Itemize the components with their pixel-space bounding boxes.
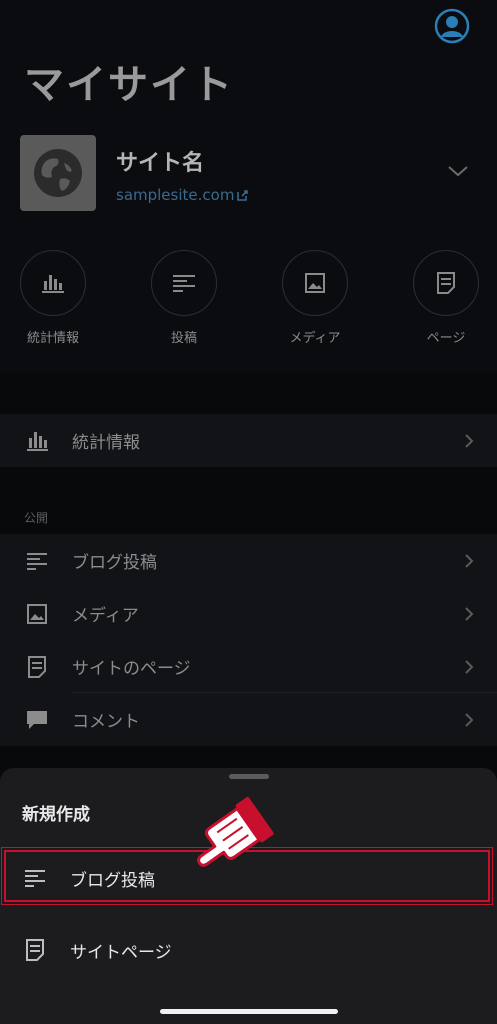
- site-url-link[interactable]: samplesite.com: [116, 186, 249, 204]
- page-icon: [26, 939, 44, 961]
- quick-action-label: ページ: [426, 331, 466, 346]
- quick-action-label: メディア: [289, 331, 341, 346]
- menu-row-media[interactable]: メディア: [0, 587, 497, 640]
- quick-action-pages[interactable]: ページ: [396, 250, 496, 346]
- menu-row-label: メディア: [72, 606, 139, 626]
- quick-action-circle: [413, 250, 479, 316]
- menu-row-label: コメント: [72, 712, 140, 732]
- quick-action-circle: [282, 250, 348, 316]
- quick-action-stats[interactable]: 統計情報: [3, 250, 103, 346]
- sheet-grabber[interactable]: [229, 774, 269, 779]
- quick-action-label: 統計情報: [26, 331, 79, 346]
- home-indicator[interactable]: [160, 1009, 338, 1014]
- quick-action-media[interactable]: メディア: [265, 250, 365, 346]
- page-icon: [28, 656, 46, 678]
- menu-row-site-pages[interactable]: サイトのページ: [0, 640, 497, 693]
- sheet-title: 新規作成: [22, 805, 90, 825]
- menu-row-label: ブログ投稿: [72, 553, 157, 573]
- avatar-icon[interactable]: [434, 8, 470, 44]
- page-title: マイサイト: [24, 61, 234, 108]
- posts-icon: [27, 553, 47, 570]
- comment-icon: [27, 711, 47, 729]
- globe-icon: [34, 149, 82, 197]
- section-label-publish: 公開: [24, 511, 49, 525]
- quick-action-posts[interactable]: 投稿: [134, 250, 234, 346]
- quick-action-circle: [20, 250, 86, 316]
- quick-action-circle: [151, 250, 217, 316]
- chevron-right-icon: [465, 660, 474, 674]
- menu-row-label: 統計情報: [72, 433, 140, 453]
- chevron-right-icon: [465, 713, 474, 727]
- chevron-right-icon: [465, 434, 474, 448]
- menu-row-stats[interactable]: 統計情報: [0, 414, 497, 467]
- site-icon[interactable]: [20, 135, 96, 211]
- chevron-right-icon: [465, 554, 474, 568]
- chevron-down-icon[interactable]: [447, 164, 469, 178]
- image-icon: [27, 604, 47, 624]
- chevron-right-icon: [465, 607, 474, 621]
- menu-row-comments[interactable]: コメント: [0, 693, 497, 746]
- posts-icon: [173, 275, 195, 292]
- pointing-hand-icon: [197, 797, 274, 867]
- sheet-item-site-page[interactable]: サイトページ: [0, 925, 497, 975]
- bar-chart-icon: [42, 275, 64, 293]
- image-icon: [305, 273, 325, 293]
- external-link-icon: [237, 189, 249, 201]
- site-name[interactable]: サイト名: [116, 145, 204, 177]
- menu-row-label: サイトのページ: [72, 659, 191, 679]
- quick-action-label: 投稿: [170, 331, 197, 346]
- site-url-text: samplesite.com: [116, 186, 235, 204]
- sheet-item-label: サイトページ: [70, 943, 172, 963]
- bar-chart-icon: [27, 432, 48, 451]
- page-icon: [437, 272, 455, 294]
- menu-row-blog-posts[interactable]: ブログ投稿: [0, 534, 497, 587]
